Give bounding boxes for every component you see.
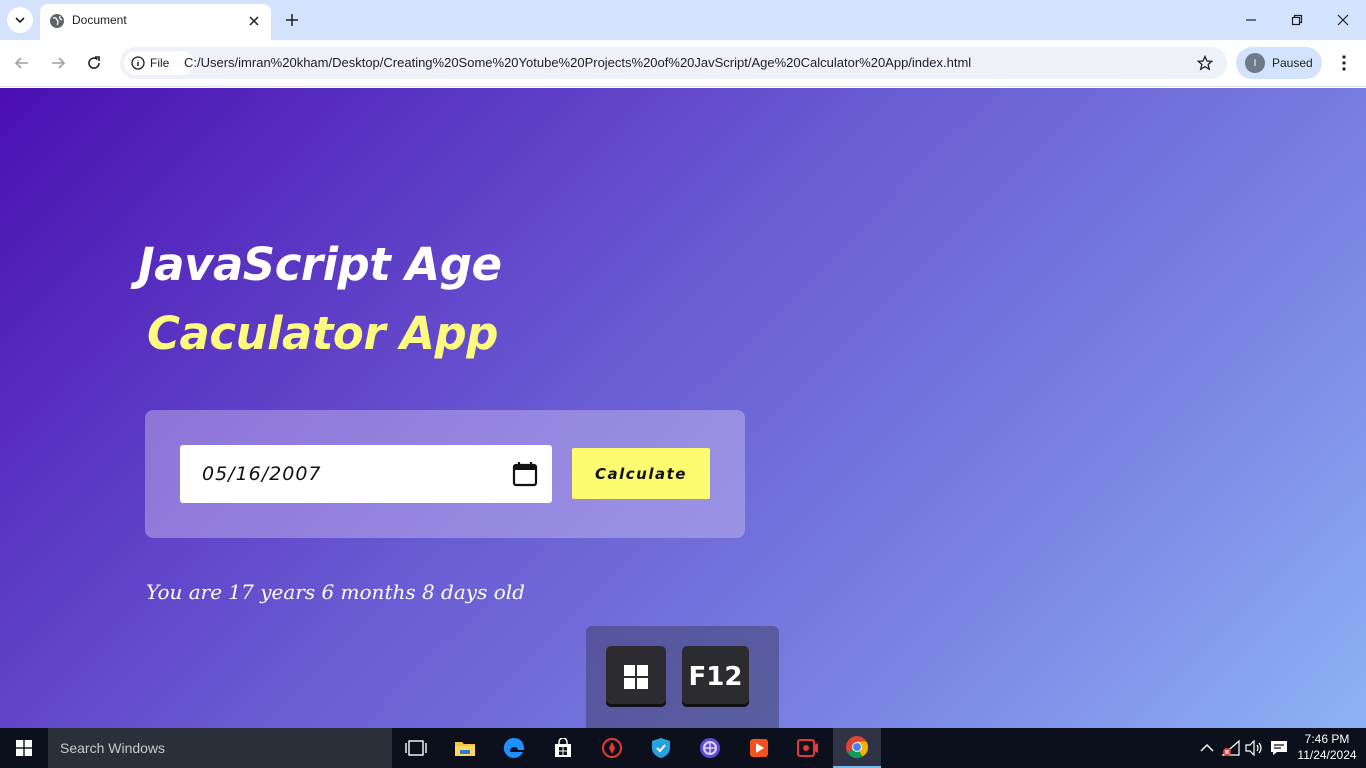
page-content: JavaScript Age Caculator App 05/16/2007 … (0, 88, 1366, 728)
clock-time: 7:46 PM (1304, 732, 1350, 746)
new-tab-button[interactable] (280, 8, 304, 32)
f12-key: F12 (682, 646, 749, 707)
network-disconnected-icon (1221, 739, 1240, 756)
show-hidden-icons-button[interactable] (1197, 738, 1217, 758)
screen-recorder-button[interactable] (784, 728, 832, 768)
settings-app-icon (700, 738, 720, 758)
restore-button[interactable] (1274, 0, 1320, 40)
clock-date: 11/24/2024 (1297, 748, 1357, 762)
back-button[interactable] (8, 49, 36, 77)
volume-button[interactable] (1244, 738, 1264, 758)
close-icon (1337, 14, 1349, 26)
vpn-shield-icon (652, 738, 670, 758)
calculator-card: 05/16/2007 Calculate (145, 410, 745, 538)
task-view-button[interactable] (392, 728, 440, 768)
more-vertical-icon (1342, 55, 1346, 71)
avatar: I (1245, 53, 1265, 73)
chevron-down-icon (15, 17, 25, 24)
taskbar-search[interactable]: Search Windows (48, 728, 392, 768)
address-bar[interactable]: File C:/Users/imran%20kham/Desktop/Creat… (120, 47, 1227, 79)
age-result: You are 17 years 6 months 8 days old (146, 580, 525, 604)
chrome-button[interactable] (833, 728, 881, 768)
page-title-line2: Caculator App (147, 307, 498, 360)
profile-status: Paused (1272, 56, 1313, 70)
search-placeholder: Search Windows (60, 740, 166, 756)
tab-title: Document (72, 13, 127, 27)
task-view-icon (405, 740, 427, 756)
browser-toolbar: File C:/Users/imran%20kham/Desktop/Creat… (0, 40, 1366, 87)
reload-button[interactable] (80, 49, 108, 77)
restore-icon (1291, 14, 1303, 26)
store-icon (555, 738, 571, 757)
minimize-button[interactable] (1228, 0, 1274, 40)
minimize-icon (1246, 19, 1256, 21)
edge-button[interactable] (490, 728, 538, 768)
page-title-line1: JavaScript Age (138, 238, 502, 291)
info-icon (131, 56, 145, 70)
profile-button[interactable]: I Paused (1236, 47, 1322, 79)
taskbar-clock[interactable]: 7:46 PM 11/24/2024 (1290, 731, 1364, 763)
forward-button[interactable] (44, 49, 72, 77)
bookmark-button[interactable] (1195, 53, 1215, 73)
arrow-left-icon (14, 57, 28, 69)
url-text[interactable]: C:/Users/imran%20kham/Desktop/Creating%2… (184, 55, 971, 70)
tab-close-button[interactable] (245, 12, 263, 30)
windows-logo-icon (624, 664, 648, 689)
video-player-button[interactable] (735, 728, 783, 768)
calendar-icon[interactable] (512, 461, 538, 487)
tab-search-button[interactable] (7, 7, 33, 33)
file-explorer-button[interactable] (441, 728, 489, 768)
windows-key (606, 646, 666, 707)
windows-logo-icon (16, 740, 32, 756)
vpn-button[interactable] (637, 728, 685, 768)
birthdate-input[interactable]: 05/16/2007 (180, 445, 552, 503)
video-player-icon (750, 739, 768, 757)
speaker-icon (1245, 740, 1262, 756)
taskbar: Search Windows 7:46 PM 11/24/2024 (0, 728, 1366, 768)
screen-recorder-icon (797, 739, 818, 757)
close-window-button[interactable] (1320, 0, 1366, 40)
notification-icon (1271, 741, 1287, 755)
file-explorer-icon (455, 742, 475, 756)
close-icon (249, 16, 259, 26)
start-button[interactable] (0, 728, 48, 768)
birthdate-value: 05/16/2007 (202, 463, 322, 485)
plus-icon (286, 14, 298, 26)
calculate-button[interactable]: Calculate (572, 448, 710, 499)
edge-icon (503, 737, 524, 758)
star-icon (1197, 55, 1213, 71)
site-label: File (150, 56, 170, 70)
browser-menu-button[interactable] (1332, 49, 1356, 77)
settings-app-button[interactable] (686, 728, 734, 768)
tab-document[interactable]: Document (40, 4, 271, 40)
chrome-icon (846, 736, 868, 758)
chevron-up-icon (1200, 743, 1214, 752)
globe-icon (50, 14, 64, 28)
key-press-overlay: F12 (586, 626, 779, 728)
game-app-button[interactable] (588, 728, 636, 768)
game-app-icon (602, 738, 622, 758)
arrow-right-icon (52, 57, 66, 69)
network-button[interactable] (1221, 738, 1241, 758)
store-button[interactable] (539, 728, 587, 768)
reload-icon (88, 56, 100, 69)
notifications-button[interactable] (1269, 738, 1289, 758)
tab-strip: Document (0, 0, 1366, 40)
